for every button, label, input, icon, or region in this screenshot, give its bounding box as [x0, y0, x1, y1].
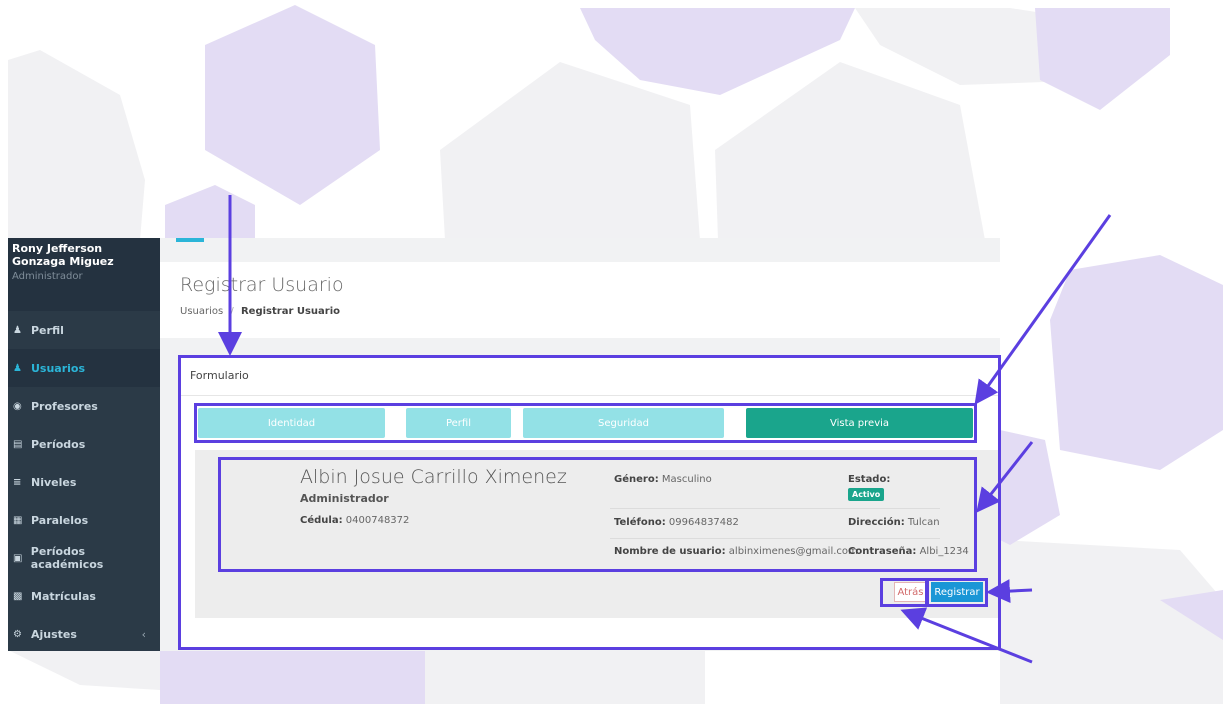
sidebar-item-label: Niveles: [31, 475, 77, 489]
sidebar-item-ajustes[interactable]: ⚙ Ajustes ‹: [8, 615, 160, 653]
sidebar-item-label: Perfil: [31, 323, 64, 337]
sidebar-item-matriculas[interactable]: ▩ Matrículas: [8, 577, 160, 615]
users-icon: ♟: [13, 362, 22, 374]
breadcrumb-parent[interactable]: Usuarios: [180, 306, 223, 317]
gear-icon: ⚙: [13, 628, 22, 640]
annotation-box-steps: [194, 403, 977, 443]
user-icon: ♟: [13, 324, 22, 336]
sidebar-item-label: Ajustes: [31, 627, 77, 641]
sidebar-item-profesores[interactable]: ◉ Profesores: [8, 387, 160, 425]
breadcrumb-separator: /: [230, 306, 234, 317]
sidebar-item-niveles[interactable]: ≡ Niveles: [8, 463, 160, 501]
calendar-alt-icon: ▣: [13, 552, 23, 564]
sidebar-item-usuarios[interactable]: ♟ Usuarios: [8, 349, 160, 387]
sidebar-item-label: Períodos: [31, 437, 86, 451]
calendar-icon: ▤: [13, 438, 23, 450]
menu-toggle[interactable]: [176, 238, 204, 242]
list-icon: ≡: [13, 476, 22, 488]
sidebar-item-label: Matrículas: [31, 589, 96, 603]
breadcrumb-current: Registrar Usuario: [240, 306, 341, 317]
user-role: Administrador: [12, 271, 83, 282]
sidebar: Rony Jefferson Gonzaga Miguez Administra…: [8, 238, 160, 651]
sidebar-item-paralelos[interactable]: ▦ Paralelos: [8, 501, 160, 539]
user-name: Rony Jefferson Gonzaga Miguez: [12, 242, 114, 268]
breadcrumb: Usuarios / Registrar Usuario: [180, 306, 340, 317]
annotation-box-register: [926, 578, 988, 607]
annotation-box-back: [880, 578, 928, 607]
sidebar-item-label: Períodos académicos: [30, 545, 104, 571]
book-icon: ▩: [13, 590, 23, 602]
sidebar-user-panel: Rony Jefferson Gonzaga Miguez Administra…: [8, 238, 160, 311]
sidebar-item-label: Paralelos: [31, 513, 89, 527]
annotation-box-preview: [218, 457, 977, 572]
sidebar-item-periodos-academicos[interactable]: ▣ Períodos académicos: [8, 539, 160, 577]
sidebar-item-label: Usuarios: [31, 361, 86, 375]
chevron-left-icon: ‹: [141, 627, 146, 641]
user-circle-icon: ◉: [13, 400, 22, 412]
sidebar-item-perfil[interactable]: ♟ Perfil: [8, 311, 160, 349]
page-title: Registrar Usuario: [180, 274, 344, 296]
top-bar: [160, 238, 1000, 262]
table-icon: ▦: [13, 514, 23, 526]
sidebar-item-periodos[interactable]: ▤ Períodos: [8, 425, 160, 463]
sidebar-item-label: Profesores: [31, 399, 98, 413]
page-header: Registrar Usuario Usuarios / Registrar U…: [160, 262, 1000, 338]
